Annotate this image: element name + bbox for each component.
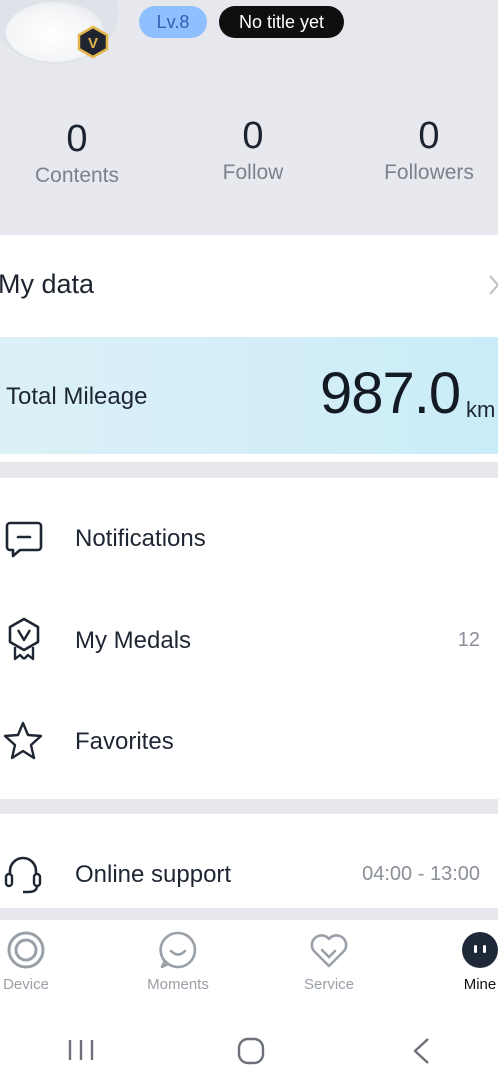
tab-device[interactable]: Device: [0, 930, 76, 993]
star-icon: [3, 721, 43, 760]
mileage-value: 987.0: [320, 361, 461, 426]
stat-label: Follow: [222, 161, 284, 184]
tab-label: Mine: [463, 976, 497, 993]
device-icon: [7, 931, 45, 969]
back-icon[interactable]: [408, 1036, 434, 1066]
section-divider: [0, 799, 498, 814]
stat-contents[interactable]: 0 Contents: [0, 116, 157, 188]
menu-item-label: Favorites: [75, 728, 174, 755]
menu-item-label: My Medals: [75, 627, 192, 654]
vip-badge-icon: V: [77, 25, 109, 59]
tab-label: Moments: [147, 976, 209, 993]
svg-text:V: V: [88, 35, 98, 52]
section-divider: [0, 462, 498, 478]
headset-icon: [4, 856, 42, 894]
level-badge[interactable]: Lv.8: [139, 6, 207, 38]
mileage-unit: km: [466, 397, 496, 422]
tab-label: Device: [3, 976, 49, 993]
tab-mine[interactable]: Mine: [430, 930, 498, 993]
notification-icon: [5, 521, 43, 558]
stat-label: Followers: [384, 161, 474, 184]
service-icon: [310, 934, 348, 968]
my-data-title: My data: [0, 269, 95, 299]
title-badge[interactable]: No title yet: [219, 6, 344, 38]
stat-followers[interactable]: 0 Followers: [349, 113, 498, 185]
moments-icon: [159, 931, 197, 969]
stat-value: 0: [66, 118, 88, 160]
medal-icon: [8, 617, 40, 661]
stat-value: 0: [242, 115, 264, 157]
tab-moments[interactable]: Moments: [128, 930, 228, 993]
stat-value: 0: [418, 115, 440, 157]
tab-service[interactable]: Service: [279, 930, 379, 993]
mileage-label: Total Mileage: [6, 383, 148, 410]
medal-count: 12: [457, 629, 480, 651]
support-hours: 04:00 - 13:00: [362, 863, 480, 885]
stat-follow[interactable]: 0 Follow: [173, 113, 333, 185]
stat-label: Contents: [34, 164, 120, 187]
mine-icon: [462, 932, 498, 968]
home-icon[interactable]: [236, 1036, 266, 1066]
chevron-right-icon[interactable]: [488, 272, 498, 298]
support-label: Online support: [75, 861, 232, 888]
section-divider: [0, 908, 498, 920]
recent-apps-icon[interactable]: [66, 1037, 96, 1063]
tab-label: Service: [303, 976, 355, 993]
menu-item-label: Notifications: [75, 525, 206, 552]
